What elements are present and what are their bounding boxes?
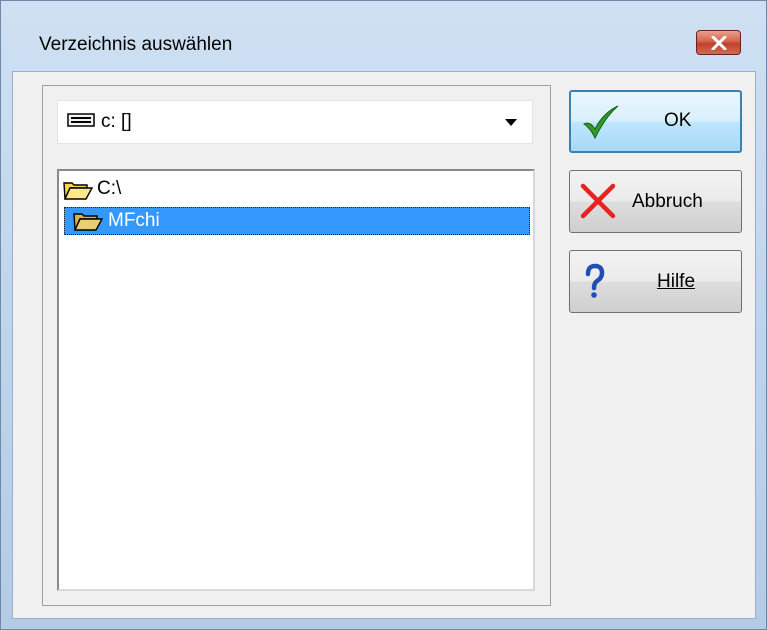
folder-open-icon [63, 182, 93, 200]
tree-item-label: C:\ [97, 178, 122, 199]
directory-group-box: c: [] C:\ MFchi [42, 85, 551, 606]
tree-item-label: MFchi [108, 210, 160, 231]
drive-select[interactable]: c: [] [57, 100, 533, 144]
tree-item-root[interactable]: C:\ [63, 176, 263, 205]
cancel-button[interactable]: Abbruch [569, 170, 742, 233]
checkmark-icon [583, 105, 619, 140]
close-button[interactable] [696, 30, 741, 55]
dialog-client-area: c: [] C:\ MFchi OK Abbruch Hilfe [12, 71, 756, 619]
ok-button[interactable]: OK [569, 90, 742, 153]
tree-item-selected[interactable]: MFchi [64, 207, 530, 235]
cancel-button-label: Abbruch [632, 191, 703, 212]
drive-select-value: c: [] [101, 111, 132, 132]
question-mark-icon [585, 263, 605, 298]
folder-tree[interactable]: C:\ MFchi [57, 169, 535, 591]
close-icon [711, 36, 727, 50]
dropdown-arrow-icon[interactable] [505, 119, 517, 126]
dialog-window: Verzeichnis auswählen c: [] C:\ MFchi OK… [0, 0, 767, 630]
red-x-icon [580, 183, 616, 219]
drive-icon [67, 113, 95, 127]
window-title: Verzeichnis auswählen [39, 34, 233, 55]
ok-button-label: OK [664, 110, 692, 131]
help-button[interactable]: Hilfe [569, 250, 742, 313]
folder-open-icon [73, 213, 103, 231]
help-button-label: Hilfe [657, 271, 696, 292]
